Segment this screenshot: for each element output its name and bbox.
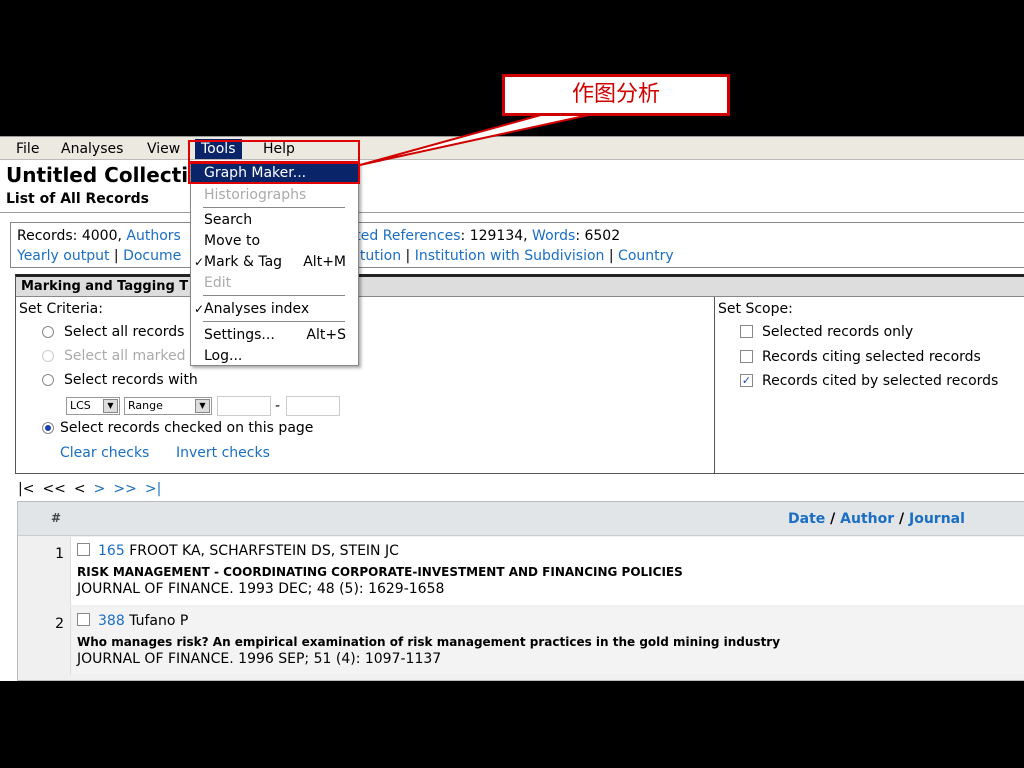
annotation-callout: 作图分析 <box>502 74 730 116</box>
